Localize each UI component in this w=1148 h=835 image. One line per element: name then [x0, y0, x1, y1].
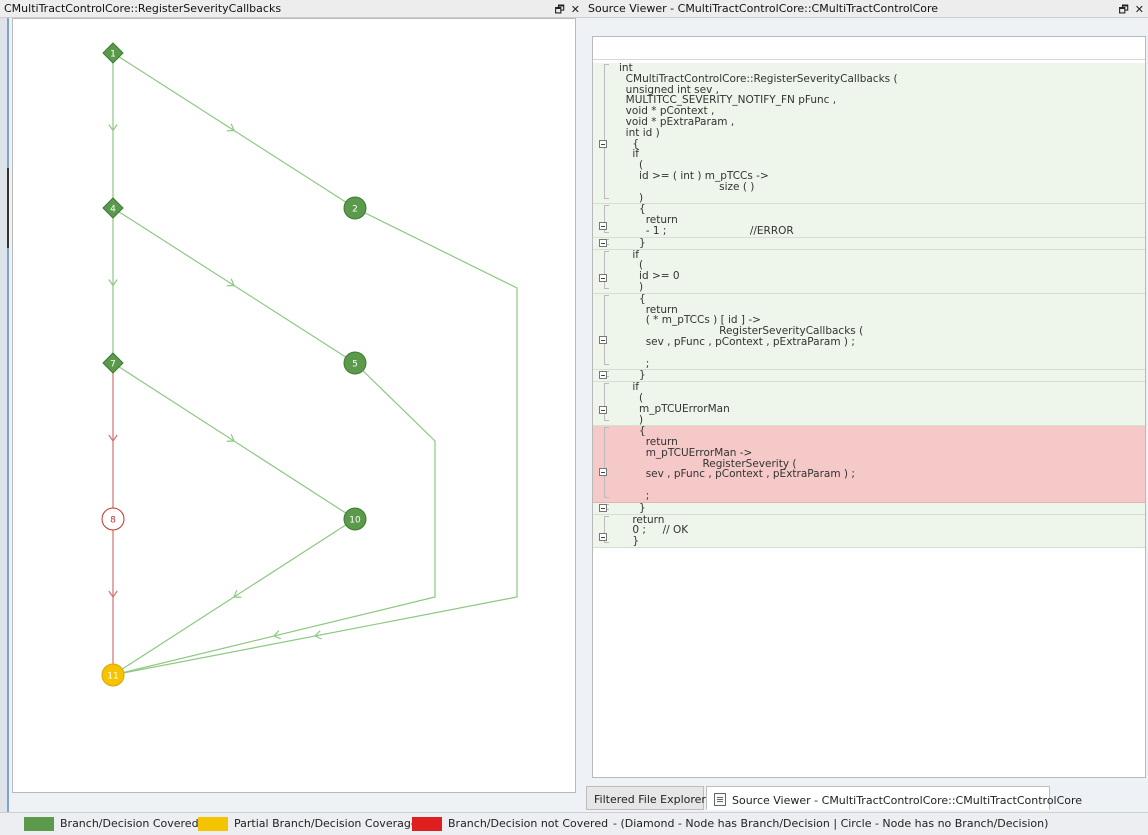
legend-label-covered: Branch/Decision Covered — [60, 817, 199, 830]
code-text: if ( m_pTCUErrorMan ) — [632, 381, 730, 426]
graph-node-label: 10 — [349, 516, 361, 526]
collapse-icon[interactable] — [599, 273, 607, 282]
source-panel-title: Source Viewer - CMultiTractControlCore::… — [588, 2, 939, 15]
collapse-icon[interactable] — [599, 238, 607, 247]
legend-label-partial: Partial Branch/Decision Coverage — [234, 817, 418, 830]
edge-5-11 — [112, 362, 436, 676]
graph-node-label: 5 — [352, 360, 358, 370]
graph-node-8[interactable]: 8 — [101, 507, 125, 531]
code-fold-bracket — [604, 383, 609, 422]
pin-icon[interactable]: 🗗 — [554, 3, 564, 16]
source-panel-header: Source Viewer - CMultiTractControlCore::… — [584, 0, 1148, 18]
code-fold-bracket — [604, 294, 609, 366]
tab-label: Filtered File Explorer — [594, 793, 706, 806]
collapse-icon[interactable] — [599, 406, 607, 415]
code-block-5[interactable]: } — [593, 369, 1145, 383]
legend-label-not-covered: Branch/Decision not Covered — [448, 817, 609, 830]
code-text: } — [619, 369, 646, 382]
code-block-0[interactable]: int CMultiTractControlCore::RegisterSeve… — [593, 62, 1145, 205]
code-block-7[interactable]: { return m_pTCUErrorMan -> RegisterSever… — [593, 426, 1145, 503]
graph-node-4[interactable]: 4 — [102, 197, 124, 219]
code-fold-bracket — [604, 64, 609, 200]
source-viewer-panel[interactable]: int CMultiTractControlCore::RegisterSeve… — [592, 36, 1146, 778]
legend-swatch-not-covered — [412, 817, 442, 831]
code-text: int CMultiTractControlCore::RegisterSeve… — [619, 62, 898, 204]
code-text: { return - 1 ; //ERROR — [639, 203, 794, 237]
code-text: { return ( * m_pTCCs ) [ id ] -> Registe… — [639, 292, 864, 370]
document-icon — [714, 793, 726, 806]
graph-panel-title: CMultiTractControlCore::RegisterSeverity… — [4, 2, 282, 15]
graph-node-7[interactable]: 7 — [102, 352, 124, 374]
code-fold-bracket — [604, 427, 609, 498]
legend-bar: Branch/Decision Covered Partial Branch/D… — [0, 812, 1148, 835]
legend-swatch-covered — [24, 817, 54, 831]
tab-label: Source Viewer - CMultiTractControlCore::… — [732, 794, 1083, 807]
graph-node-label: 4 — [110, 205, 116, 215]
graph-node-label: 2 — [352, 205, 358, 215]
code-block-1[interactable]: { return - 1 ; //ERROR — [593, 203, 1145, 238]
graph-node-label: 1 — [110, 50, 116, 60]
graph-node-label: 7 — [110, 360, 116, 370]
graph-node-10[interactable]: 10 — [343, 507, 367, 531]
close-icon[interactable]: ✕ — [1135, 3, 1144, 16]
code-block-9[interactable]: return 0 ; // OK } — [593, 513, 1145, 549]
code-fold-bracket — [604, 250, 609, 289]
tab-source-viewer[interactable]: Source Viewer - CMultiTractControlCore::… — [706, 786, 1082, 810]
tab-filtered-file-explorer[interactable]: Filtered File Explorer — [586, 786, 706, 810]
control-flow-graph[interactable]: 1 2 4 5 7 8 10 11 — [13, 19, 575, 792]
collapse-icon[interactable] — [599, 468, 607, 477]
graph-node-2[interactable]: 2 — [343, 196, 367, 220]
edge-accent — [7, 0, 9, 812]
source-viewer-toolbar — [593, 37, 1145, 60]
edge-2-11 — [112, 207, 518, 676]
code-text: } — [619, 236, 646, 249]
code-block-2[interactable]: } — [593, 236, 1145, 250]
window-left-edge — [0, 0, 9, 812]
code-block-6[interactable]: if ( m_pTCUErrorMan ) — [593, 381, 1145, 427]
pin-icon[interactable]: 🗗 — [1118, 3, 1128, 16]
collapse-icon[interactable] — [599, 222, 607, 231]
collapse-icon[interactable] — [599, 140, 607, 148]
code-text: } — [619, 501, 646, 514]
control-flow-graph-panel[interactable]: 1 2 4 5 7 8 10 11 — [12, 18, 576, 793]
graph-node-label: 8 — [110, 516, 116, 526]
graph-node-1[interactable]: 1 — [102, 42, 124, 64]
collapse-icon[interactable] — [599, 335, 607, 344]
collapse-icon[interactable] — [599, 503, 607, 512]
legend-note: - (Diamond - Node has Branch/Decision | … — [613, 817, 1049, 830]
edge-accent-dark — [7, 168, 9, 248]
code-text: { return m_pTCUErrorMan -> RegisterSever… — [639, 425, 855, 503]
graph-node-11[interactable]: 11 — [101, 663, 125, 687]
code-block-4[interactable]: { return ( * m_pTCCs ) [ id ] -> Registe… — [593, 292, 1145, 371]
source-code-area[interactable]: int CMultiTractControlCore::RegisterSeve… — [593, 62, 1145, 549]
collapse-icon[interactable] — [599, 371, 607, 380]
code-text: if ( id >= 0 ) — [632, 248, 680, 293]
code-block-3[interactable]: if ( id >= 0 ) — [593, 248, 1145, 294]
graph-node-label: 11 — [107, 672, 118, 682]
graph-panel-header: CMultiTractControlCore::RegisterSeverity… — [0, 0, 584, 18]
code-block-8[interactable]: } — [593, 503, 1145, 515]
collapse-icon[interactable] — [599, 532, 607, 541]
legend-swatch-partial — [198, 817, 228, 831]
graph-node-5[interactable]: 5 — [343, 351, 367, 375]
code-text: return 0 ; // OK } — [632, 513, 689, 548]
close-icon[interactable]: ✕ — [571, 3, 580, 16]
